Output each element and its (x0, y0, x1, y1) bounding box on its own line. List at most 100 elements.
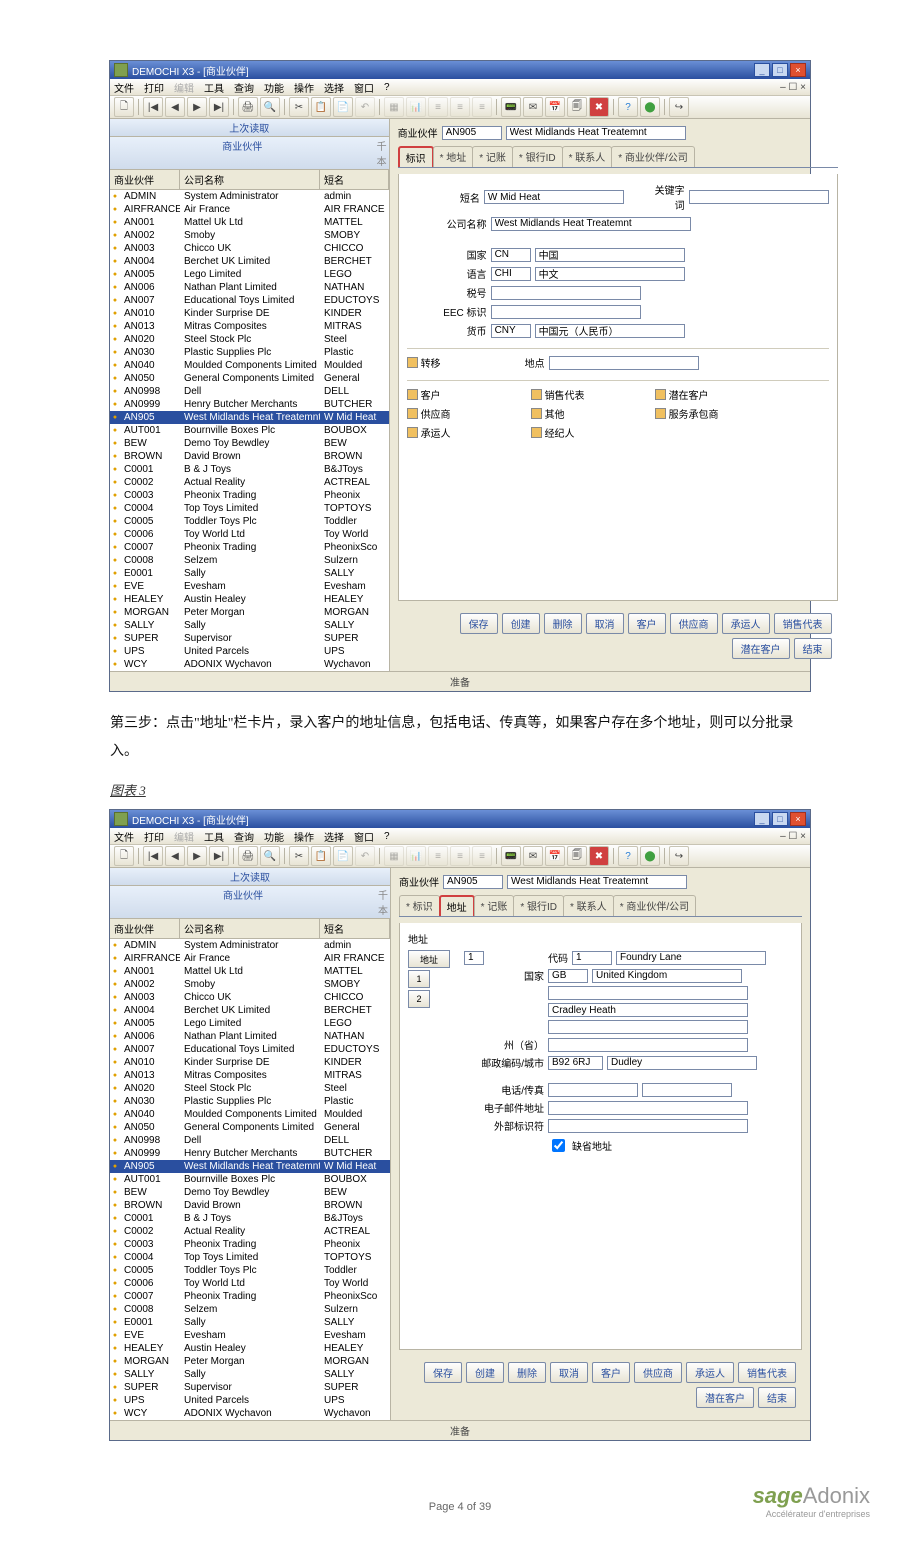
table-row[interactable]: ●C0003Pheonix TradingPheonix (110, 1238, 390, 1251)
table-row[interactable]: ●AN003Chicco UKCHICCO (110, 991, 390, 1004)
table-row[interactable]: ●BEWDemo Toy BewdleyBEW (110, 1186, 390, 1199)
print-icon[interactable]: 🖨 (238, 846, 258, 866)
table-row[interactable]: ●AN905West Midlands Heat TreatemntW Mid … (110, 1160, 390, 1173)
menu-help[interactable]: ? (384, 82, 390, 93)
table-row[interactable]: ●AN006Nathan Plant LimitedNATHAN (110, 1030, 390, 1043)
table-row[interactable]: ●AN030Plastic Supplies PlcPlastic (110, 346, 389, 359)
grid-body[interactable]: ●ADMINSystem Administratoradmin●AIRFRANC… (110, 190, 389, 671)
state-input[interactable] (548, 1038, 748, 1052)
footer-button[interactable]: 销售代表 (774, 613, 832, 634)
currency-name-input[interactable] (535, 324, 685, 338)
calc-icon[interactable]: 📟 (501, 846, 521, 866)
table-row[interactable]: ●AN0999Henry Butcher MerchantsBUTCHER (110, 398, 389, 411)
print-icon[interactable]: 🖨 (238, 97, 258, 117)
menu-op[interactable]: 操作 (294, 80, 314, 95)
table-row[interactable]: ●AN013Mitras CompositesMITRAS (110, 1069, 390, 1082)
bp-code-input[interactable] (443, 875, 503, 889)
table-row[interactable]: ●E0001SallySALLY (110, 1316, 390, 1329)
table-row[interactable]: ●AN010Kinder Surprise DEKINDER (110, 307, 389, 320)
table-row[interactable]: ●AN001Mattel Uk LtdMATTEL (110, 216, 389, 229)
table-row[interactable]: ●MORGANPeter MorganMORGAN (110, 606, 389, 619)
copy-icon[interactable]: 📋 (311, 846, 331, 866)
table-row[interactable]: ●BROWNDavid BrownBROWN (110, 450, 389, 463)
pane-pin-icon[interactable]: 千本 (375, 138, 389, 168)
default-addr-checkbox[interactable] (552, 1139, 565, 1152)
table-row[interactable]: ●C0001B & J ToysB&JToys (110, 463, 389, 476)
table-row[interactable]: ●AN002SmobySMOBY (110, 978, 390, 991)
copy-icon[interactable]: 📋 (311, 97, 331, 117)
table-row[interactable]: ●AN007Educational Toys LimitedEDUCTOYS (110, 294, 389, 307)
addr-row-2[interactable]: 2 (408, 990, 430, 1008)
eec-input[interactable] (491, 305, 641, 319)
doc-icon[interactable]: 🗐 (567, 97, 587, 117)
menu-query[interactable]: 查询 (234, 80, 254, 95)
close-button[interactable]: × (790, 63, 806, 77)
tab-account[interactable]: * 记账 (474, 895, 515, 916)
country-code-input[interactable] (491, 248, 531, 262)
menu-print[interactable]: 打印 (144, 80, 164, 95)
table-row[interactable]: ●WCYADONIX WychavonWychavon (110, 1407, 390, 1420)
addr-code-desc[interactable] (616, 951, 766, 965)
fax-input[interactable] (642, 1083, 732, 1097)
table-row[interactable]: ●C0002Actual RealityACTREAL (110, 476, 389, 489)
currency-code-input[interactable] (491, 324, 531, 338)
zipcity-input[interactable] (607, 1056, 757, 1070)
tab-account[interactable]: * 记账 (472, 146, 513, 167)
search-icon[interactable]: 🔍 (260, 846, 280, 866)
addr-code-input[interactable] (572, 951, 612, 965)
table-row[interactable]: ●AN007Educational Toys LimitedEDUCTOYS (110, 1043, 390, 1056)
close-button[interactable]: × (790, 812, 806, 826)
table-row[interactable]: ●E0001SallySALLY (110, 567, 389, 580)
phone-input[interactable] (548, 1083, 638, 1097)
doc-close[interactable]: – ☐ × (780, 831, 806, 842)
footer-button[interactable]: 保存 (424, 1362, 462, 1383)
addr-val1[interactable] (464, 951, 484, 965)
search-icon[interactable]: 🔍 (260, 97, 280, 117)
company-input[interactable] (491, 217, 691, 231)
next-icon[interactable]: ▶ (187, 97, 207, 117)
table-row[interactable]: ●C0004Top Toys LimitedTOPTOYS (110, 1251, 390, 1264)
zip-input[interactable] (548, 1056, 603, 1070)
doc-close[interactable]: – ☐ × (780, 82, 806, 93)
table-row[interactable]: ●C0008SelzemSulzern (110, 1303, 390, 1316)
checkbox-item[interactable]: 供应商 (407, 406, 507, 421)
tab-contact[interactable]: * 联系人 (562, 146, 613, 167)
table-row[interactable]: ●AUT001Bournville Boxes PlcBOUBOX (110, 1173, 390, 1186)
menu-select[interactable]: 选择 (324, 80, 344, 95)
checkbox-item[interactable]: 销售代表 (531, 387, 631, 402)
prev-icon[interactable]: ◀ (165, 97, 185, 117)
table-row[interactable]: ●SALLYSallySALLY (110, 1368, 390, 1381)
mail-icon[interactable]: ✉ (523, 97, 543, 117)
new-icon[interactable]: 🗋 (114, 846, 134, 866)
footer-button[interactable]: 客户 (592, 1362, 630, 1383)
table-row[interactable]: ●UPSUnited ParcelsUPS (110, 645, 389, 658)
help-icon[interactable]: ? (618, 846, 638, 866)
table-row[interactable]: ●AUT001Bournville Boxes PlcBOUBOX (110, 424, 389, 437)
help-icon[interactable]: ? (618, 97, 638, 117)
exit-icon[interactable]: ↪ (669, 97, 689, 117)
ext-input[interactable] (548, 1119, 748, 1133)
tab-bpcomp[interactable]: * 商业伙伴/公司 (613, 895, 696, 916)
table-row[interactable]: ●EVEEveshamEvesham (110, 580, 389, 593)
country-name-input[interactable] (535, 248, 685, 262)
footer-button[interactable]: 潜在客户 (696, 1387, 754, 1408)
table-row[interactable]: ●AN030Plastic Supplies PlcPlastic (110, 1095, 390, 1108)
addr-line1[interactable] (548, 986, 748, 1000)
transfer-checkbox[interactable] (407, 357, 418, 368)
footer-button[interactable]: 承运人 (686, 1362, 734, 1383)
first-icon[interactable]: |◀ (143, 97, 163, 117)
table-row[interactable]: ●BROWNDavid BrownBROWN (110, 1199, 390, 1212)
menu-file[interactable]: 文件 (114, 80, 134, 95)
addr-row-1[interactable]: 1 (408, 970, 430, 988)
table-row[interactable]: ●AN040Moulded Components LimitedMoulded (110, 359, 389, 372)
table-row[interactable]: ●AN005Lego LimitedLEGO (110, 268, 389, 281)
lang-name-input[interactable] (535, 267, 685, 281)
table-row[interactable]: ●C0001B & J ToysB&JToys (110, 1212, 390, 1225)
table-row[interactable]: ●C0002Actual RealityACTREAL (110, 1225, 390, 1238)
table-row[interactable]: ●AN040Moulded Components LimitedMoulded (110, 1108, 390, 1121)
cut-icon[interactable]: ✂ (289, 846, 309, 866)
table-row[interactable]: ●EVEEveshamEvesham (110, 1329, 390, 1342)
checkbox-item[interactable]: 其他 (531, 406, 631, 421)
footer-button[interactable]: 删除 (544, 613, 582, 634)
minimize-button[interactable]: _ (754, 63, 770, 77)
